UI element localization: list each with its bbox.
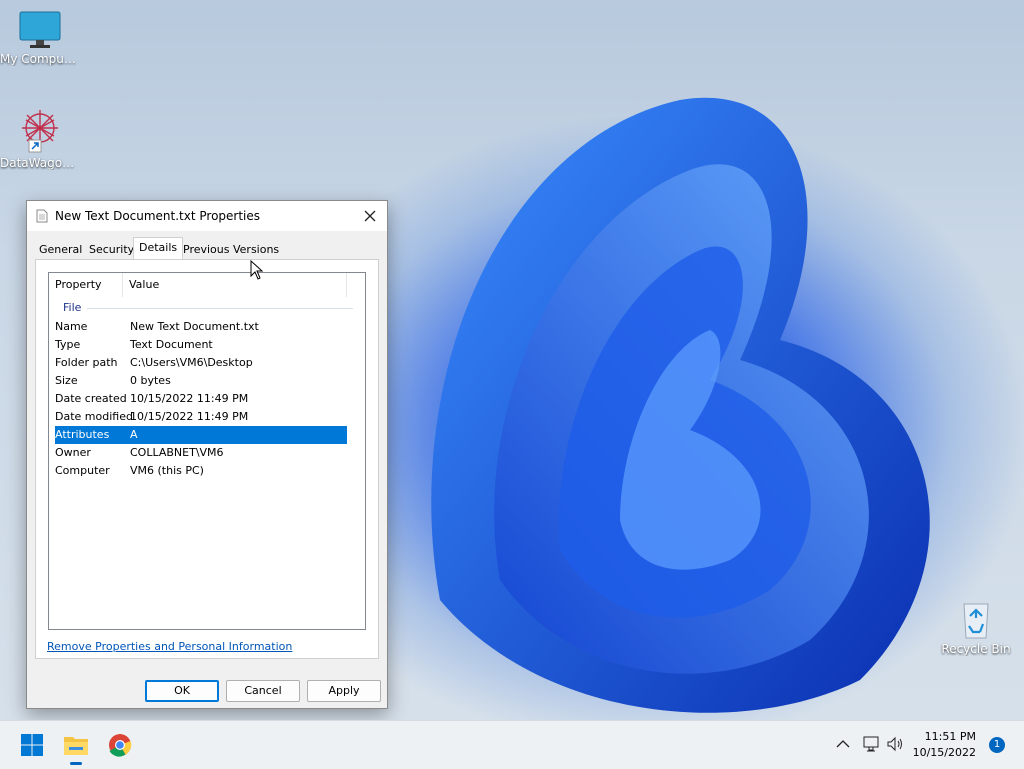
start-button[interactable] xyxy=(12,725,52,765)
close-button[interactable] xyxy=(359,205,381,227)
group-header-file: File xyxy=(63,301,82,314)
table-row[interactable]: Size 0 bytes xyxy=(55,372,347,390)
apply-button[interactable]: Apply xyxy=(307,680,381,702)
chrome-button[interactable] xyxy=(100,725,140,765)
mouse-cursor-icon xyxy=(250,260,264,280)
tab-security[interactable]: Security xyxy=(85,241,138,258)
recycle-bin-icon[interactable]: Recycle Bin xyxy=(936,598,1016,656)
property-value: 10/15/2022 11:49 PM xyxy=(130,410,249,423)
dialog-title: New Text Document.txt Properties xyxy=(55,209,261,223)
taskbar: 11:51 PM 10/15/2022 1 xyxy=(0,720,1024,769)
chrome-icon xyxy=(109,734,132,757)
notification-badge[interactable]: 1 xyxy=(989,737,1005,753)
my-computer-label: My Computer xyxy=(0,52,80,66)
system-clock[interactable]: 11:51 PM 10/15/2022 xyxy=(913,729,976,761)
clock-date: 10/15/2022 xyxy=(912,746,976,759)
text-document-icon xyxy=(36,209,48,223)
property-value: COLLABNET\VM6 xyxy=(130,446,224,459)
recycle-bin-label: Recycle Bin xyxy=(941,642,1011,656)
table-row[interactable]: Date created 10/15/2022 11:49 PM xyxy=(55,390,347,408)
chevron-up-icon[interactable] xyxy=(834,735,852,753)
property-name: Computer xyxy=(55,464,110,477)
property-name: Size xyxy=(55,374,78,387)
windows-logo-icon xyxy=(21,734,43,756)
datawagon-logo-icon xyxy=(22,110,58,153)
table-row[interactable]: Owner COLLABNET\VM6 xyxy=(55,444,347,462)
table-row[interactable]: Computer VM6 (this PC) xyxy=(55,462,347,480)
property-value: Text Document xyxy=(130,338,213,351)
cancel-button[interactable]: Cancel xyxy=(226,680,300,702)
property-name: Date created xyxy=(55,392,127,405)
property-name: Type xyxy=(55,338,81,351)
table-row[interactable]: Folder path C:\Users\VM6\Desktop xyxy=(55,354,347,372)
property-name: Name xyxy=(55,320,88,333)
details-panel: Property Value File Name New Text Docume… xyxy=(35,259,379,659)
properties-dialog[interactable]: New Text Document.txt Properties General… xyxy=(26,200,388,709)
property-name: Attributes xyxy=(55,428,110,441)
file-explorer-button[interactable] xyxy=(56,725,96,765)
property-value: 0 bytes xyxy=(130,374,171,387)
table-row-selected[interactable]: Attributes A xyxy=(55,426,347,444)
tab-previous-versions[interactable]: Previous Versions xyxy=(179,241,283,258)
wallpaper-bloom xyxy=(431,97,930,713)
column-header-value[interactable]: Value xyxy=(123,273,347,297)
remove-properties-link[interactable]: Remove Properties and Personal Informati… xyxy=(47,640,292,653)
property-value: VM6 (this PC) xyxy=(130,464,204,477)
recycle-bin-graphic-icon xyxy=(963,603,989,639)
property-name: Folder path xyxy=(55,356,118,369)
datawagon-label: DataWagon... xyxy=(0,156,80,170)
volume-icon[interactable] xyxy=(885,735,905,753)
table-row[interactable]: Date modified 10/15/2022 11:49 PM xyxy=(55,408,347,426)
properties-list[interactable]: Property Value File Name New Text Docume… xyxy=(48,272,366,630)
property-name: Date modified xyxy=(55,410,133,423)
folder-icon xyxy=(64,737,88,765)
dialog-titlebar[interactable]: New Text Document.txt Properties xyxy=(27,201,387,231)
property-value: A xyxy=(130,428,138,441)
property-value: C:\Users\VM6\Desktop xyxy=(130,356,253,369)
tab-details[interactable]: Details xyxy=(133,237,184,260)
table-row[interactable]: Type Text Document xyxy=(55,336,347,354)
network-icon[interactable] xyxy=(861,735,881,753)
property-value: New Text Document.txt xyxy=(130,320,259,333)
datawagon-shortcut[interactable]: DataWagon... xyxy=(0,106,80,170)
my-computer-icon[interactable]: My Computer xyxy=(0,10,80,66)
clock-time: 11:51 PM xyxy=(924,730,976,743)
close-icon xyxy=(364,210,376,222)
ok-button[interactable]: OK xyxy=(145,680,219,702)
tab-general[interactable]: General xyxy=(35,241,86,258)
table-row[interactable]: Name New Text Document.txt xyxy=(55,318,347,336)
group-divider xyxy=(87,308,353,309)
monitor-icon xyxy=(19,11,61,48)
property-value: 10/15/2022 11:49 PM xyxy=(130,392,249,405)
column-header-property[interactable]: Property xyxy=(49,273,123,297)
property-name: Owner xyxy=(55,446,91,459)
